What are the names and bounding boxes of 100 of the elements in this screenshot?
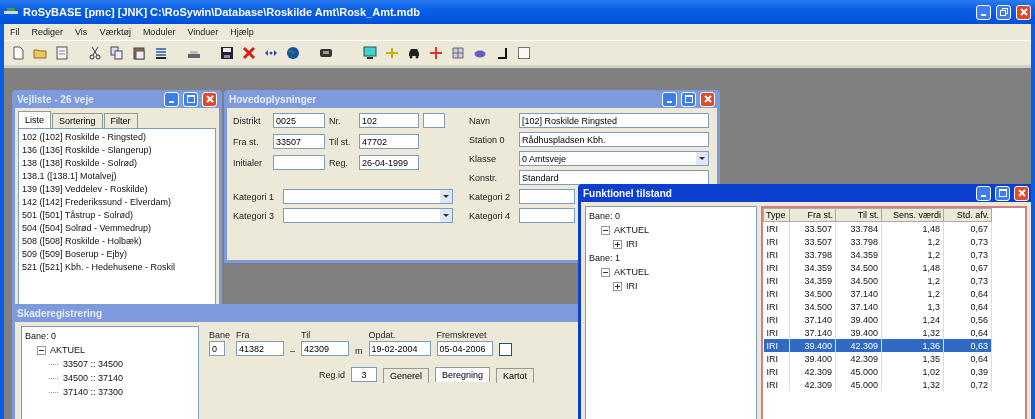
maximize-icon <box>186 95 195 103</box>
menu-item[interactable]: Vis <box>75 27 88 37</box>
field-label: Reg.id <box>319 369 345 380</box>
expand-icon[interactable] <box>613 281 622 291</box>
restore-button[interactable] <box>996 4 1011 20</box>
field-label: Fra <box>236 330 251 340</box>
table-cell: 1,32 <box>881 378 944 391</box>
input-field[interactable]: 102 <box>359 113 419 128</box>
list-item[interactable]: 102 ([102] Roskilde - Ringsted) <box>21 131 213 144</box>
tree-item[interactable]: AKTUEL <box>50 345 85 355</box>
input-field[interactable] <box>273 155 325 170</box>
input-field[interactable]: 47702 <box>359 134 419 149</box>
list-item[interactable]: 142 ([142] Frederikssund - Elverdam) <box>21 196 213 209</box>
field-label: Til st. <box>329 136 352 147</box>
input-field[interactable]: Standard <box>519 170 709 185</box>
restore-icon <box>999 8 1008 16</box>
column-header[interactable]: Type <box>763 208 790 222</box>
input-field[interactable]: Rådhuspladsen Kbh. <box>519 132 709 147</box>
menu-item[interactable]: Rediger <box>31 27 64 37</box>
tree-item[interactable]: Bane: 1 <box>589 253 621 263</box>
minimize-button[interactable] <box>662 91 677 107</box>
field-label: Initialer <box>233 157 263 168</box>
column-header[interactable]: Sens. værdi <box>881 208 944 222</box>
dropdown[interactable]: 0 Amtsveje <box>519 151 709 166</box>
input-field[interactable]: 41382 <box>236 341 285 356</box>
unit-label: m <box>355 346 363 356</box>
input-field[interactable] <box>519 189 575 204</box>
field-label: Bane <box>209 330 231 340</box>
input-field[interactable]: 26-04-1999 <box>359 155 419 170</box>
tab[interactable]: Liste <box>18 111 51 128</box>
list-item[interactable]: 136 ([136] Roskilde - Slangerup) <box>21 144 213 157</box>
window-title: Vejliste - 26 veje <box>17 93 95 105</box>
expand-icon[interactable] <box>613 239 622 249</box>
minimize-button[interactable] <box>976 185 991 201</box>
range-dash: – <box>290 346 296 356</box>
list-item[interactable]: 139 ([139] Veddelev - Roskilde) <box>21 183 213 196</box>
collapse-icon[interactable] <box>601 225 610 235</box>
menu-item[interactable]: Fil <box>10 27 20 37</box>
column-header[interactable]: Std. afv. <box>943 208 992 222</box>
maximize-button[interactable] <box>681 91 696 107</box>
list-item[interactable]: 521 ([521] Kbh. - Hedehusene - Roskil <box>21 261 213 274</box>
tree-item[interactable]: IRI <box>626 281 638 291</box>
table-row[interactable]: IRI 39.400 42.309 1,35 0,64 <box>763 352 992 365</box>
table-row[interactable]: IRI 39.400 42.309 1,36 0,63 <box>763 339 992 352</box>
save-icon <box>219 46 234 60</box>
menu-item[interactable]: Hjælp <box>230 27 254 37</box>
table-row[interactable]: IRI 37.140 39.400 1,32 0,64 <box>763 326 992 339</box>
list-item[interactable]: 509 ([509] Boserup - Ejby) <box>21 248 213 261</box>
tree-item[interactable]: IRI <box>626 239 638 249</box>
maximize-button[interactable] <box>183 91 198 107</box>
list-icon <box>153 46 168 60</box>
close-button[interactable] <box>202 91 217 107</box>
column-header[interactable]: Fra st. <box>789 208 836 222</box>
collapse-icon[interactable] <box>601 267 610 277</box>
input-field[interactable]: 3 <box>351 367 377 382</box>
list-item[interactable]: 138.1 ([138.1] Motalvej) <box>21 170 213 183</box>
close-button[interactable] <box>1014 185 1029 201</box>
menu-item[interactable]: Moduler <box>142 27 176 37</box>
close-button[interactable] <box>700 91 715 107</box>
close-button[interactable] <box>1016 4 1031 20</box>
tree-item[interactable]: 37140 :: 37300 <box>63 387 124 397</box>
collapse-icon[interactable] <box>37 345 46 355</box>
input-field[interactable] <box>519 208 575 223</box>
list-item[interactable]: 138 ([138] Roskilde - Solrød) <box>21 157 213 170</box>
field-label: Navn <box>469 115 491 126</box>
input-field[interactable]: 0025 <box>273 113 325 128</box>
tab[interactable]: Generel <box>383 368 430 383</box>
globe-icon <box>285 46 300 60</box>
input-field[interactable]: [102] Roskilde Ringsted <box>519 113 709 128</box>
list-item[interactable]: 508 ([508] Roskilde - Holbæk) <box>21 235 213 248</box>
copy-button[interactable] <box>107 43 126 63</box>
tree-item[interactable]: AKTUEL <box>614 267 649 277</box>
car-icon <box>406 46 421 60</box>
checkbox[interactable] <box>498 343 512 356</box>
tree-item[interactable]: AKTUEL <box>614 225 649 235</box>
list-item[interactable]: 501 ([501] Tåstrup - Solrød) <box>21 209 213 222</box>
minimize-button[interactable] <box>976 4 991 20</box>
tree-item[interactable]: 33507 :: 34500 <box>63 359 124 369</box>
tree-item[interactable]: Bane: 0 <box>25 331 57 341</box>
input-field[interactable]: 0 <box>209 341 225 356</box>
input-field[interactable]: 05-04-2006 <box>436 341 493 356</box>
input-field[interactable] <box>423 113 445 128</box>
column-header[interactable]: Til st. <box>835 208 882 222</box>
field-label: Til <box>301 330 312 340</box>
list-item[interactable]: 504 ([504] Solrød - Vemmedrup) <box>21 222 213 235</box>
input-field[interactable]: 33507 <box>273 134 325 149</box>
maximize-button[interactable] <box>995 185 1010 201</box>
tab[interactable]: Beregning <box>435 367 491 382</box>
input-field[interactable]: 42309 <box>301 341 350 356</box>
tab[interactable]: Sortering <box>52 113 103 128</box>
tab[interactable]: Kartot <box>496 368 535 383</box>
app-title: RoSyBASE [pmc] [JNK] C:\RoSywin\Database\Roskilde Amt\Rosk_Amt.mdb <box>23 6 421 18</box>
menu-item[interactable]: Vinduer <box>187 27 219 37</box>
blank-page-icon <box>516 46 531 60</box>
tree-item[interactable]: Bane: 0 <box>589 211 621 221</box>
minimize-button[interactable] <box>164 91 179 107</box>
input-field[interactable]: 19-02-2004 <box>368 341 431 356</box>
menu-item[interactable]: Værktøj <box>99 27 131 37</box>
tab[interactable]: Filter <box>103 113 138 128</box>
tree-item[interactable]: 34500 :: 37140 <box>63 373 124 383</box>
